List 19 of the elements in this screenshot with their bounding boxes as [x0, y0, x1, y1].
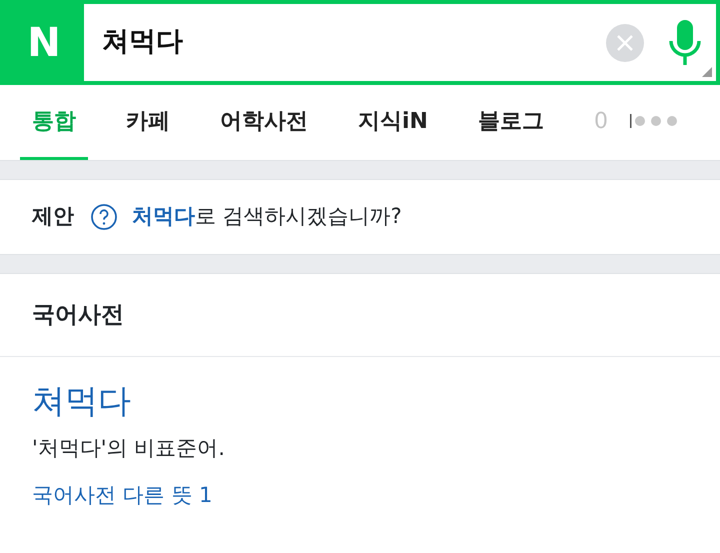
suggestion-text: 로 검색하시겠습니까?	[195, 203, 402, 230]
microphone-icon[interactable]	[668, 18, 702, 66]
suggestion-label: 제안	[32, 203, 74, 230]
definition-text: '처먹다'의 비표준어.	[32, 434, 226, 462]
corner-icon	[702, 67, 712, 77]
more-icon[interactable]	[630, 114, 678, 128]
suggestion-link[interactable]: 처먹다	[132, 201, 195, 233]
tab[interactable]: 지식iN	[346, 85, 440, 160]
help-icon[interactable]	[90, 203, 118, 231]
clear-button[interactable]	[606, 24, 644, 62]
close-icon[interactable]	[616, 34, 634, 52]
tab[interactable]: 카페	[114, 85, 182, 160]
word-link[interactable]: 쳐먹다	[32, 381, 131, 421]
search-field[interactable]: 쳐먹다	[100, 21, 606, 64]
tab[interactable]: 블로그	[466, 85, 556, 160]
tab[interactable]: 어학사전	[208, 85, 320, 160]
search-bar[interactable]: 쳐먹다	[84, 4, 716, 81]
more-meanings-link[interactable]: 국어사전 다른 뜻 1	[32, 480, 212, 512]
section-title: 국어사전	[0, 274, 720, 357]
